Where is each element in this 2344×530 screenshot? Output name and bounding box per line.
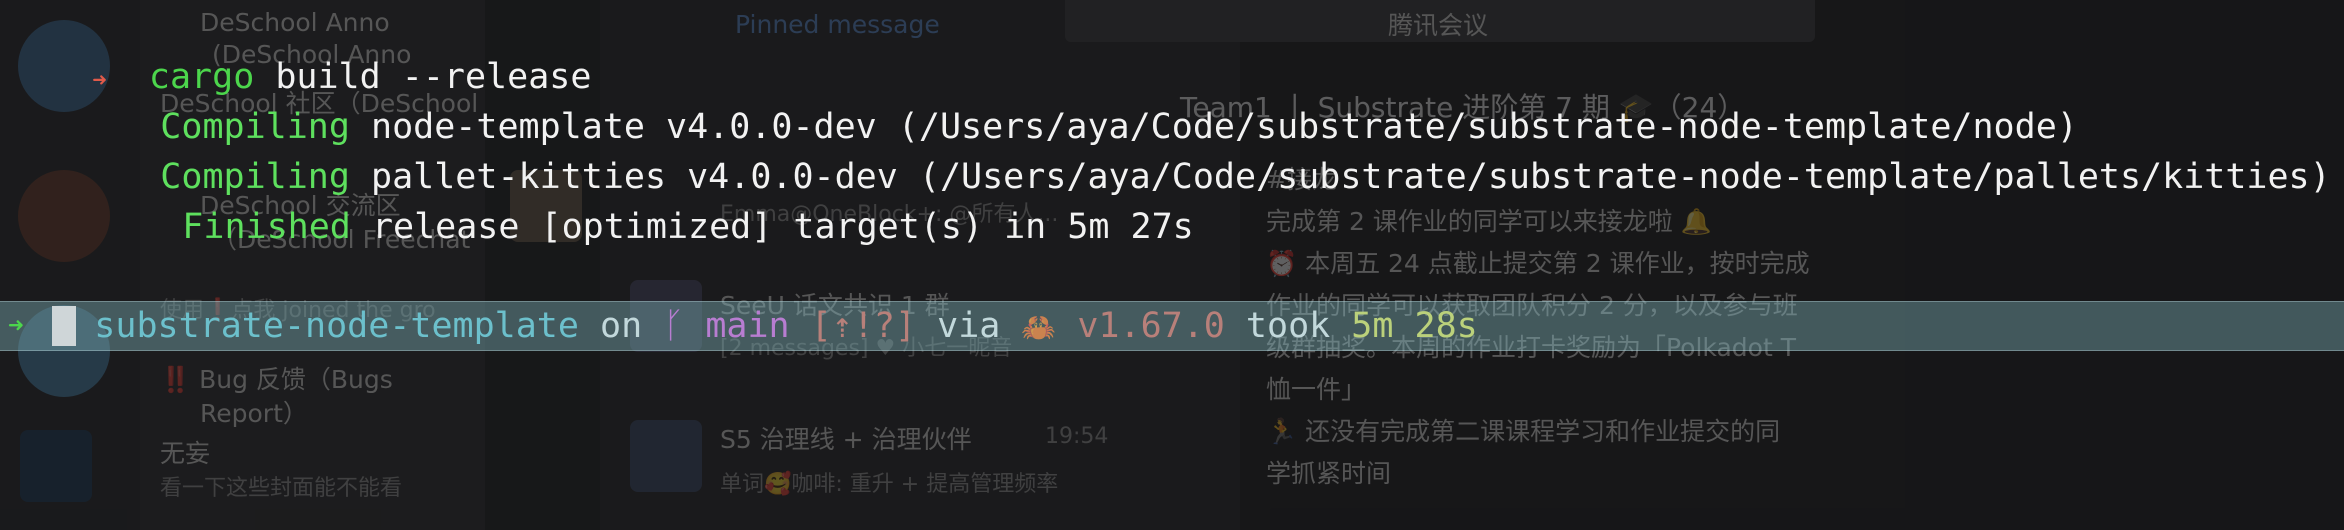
text-cursor[interactable] xyxy=(52,306,76,346)
active-prompt-line[interactable]: ➜ xyxy=(0,301,2344,351)
finished-detail: release [optimized] target(s) in 5m 27s xyxy=(350,207,1194,247)
shell-prompt-info: substrate-node-template on ᚴ main [⇡!?] … xyxy=(10,251,1477,346)
compile-line: Compiling node-template v4.0.0-dev (/Use… xyxy=(76,52,2078,147)
prompt-arrow-icon: ➜ xyxy=(8,311,24,341)
finished-line: Finished release [optimized] target(s) i… xyxy=(98,152,1193,247)
compile-line: Compiling pallet-kitties v4.0.0-dev (/Us… xyxy=(76,102,2330,197)
terminal-window[interactable]: ➜ cargo build --release Compiling node-t… xyxy=(0,0,2344,530)
finished-status: Finished xyxy=(182,207,351,247)
terminal-command-line: ➜ cargo build --release xyxy=(0,2,591,97)
